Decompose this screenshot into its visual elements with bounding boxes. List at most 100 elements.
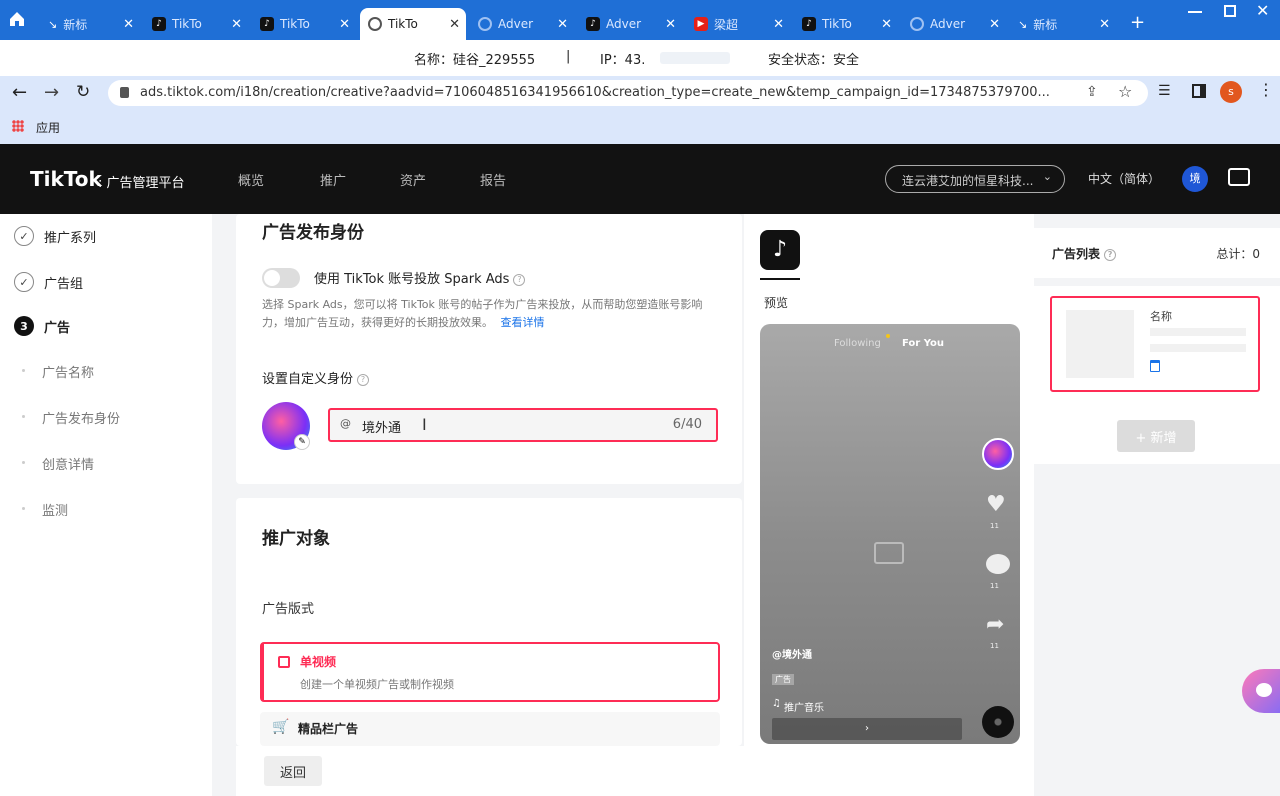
browser-tab[interactable]: ↘ 新标 ✕: [40, 8, 140, 40]
new-tab-button[interactable]: +: [1130, 12, 1145, 33]
nav-overview[interactable]: 概览: [238, 170, 264, 189]
music-note-icon: ♫: [772, 698, 781, 709]
format-single-video-title: 单视频: [300, 655, 337, 669]
preview-label: 预览: [764, 296, 789, 310]
add-ad-button[interactable]: + 新增: [1117, 420, 1195, 452]
app-header: TikTok : 广告管理平台 概览 推广 资产 报告 连云港艾加的恒星科技..…: [0, 144, 1280, 214]
help-icon[interactable]: ?: [513, 273, 526, 286]
browser-tab[interactable]: Adver ✕: [902, 8, 1006, 40]
tiktok-icon: ♪: [260, 17, 274, 31]
reload-icon[interactable]: ↻: [76, 82, 90, 102]
browser-tab[interactable]: Adver ✕: [470, 8, 574, 40]
share-arrow-icon[interactable]: ➦: [986, 612, 1004, 637]
ad-list-item[interactable]: 名称: [1050, 296, 1260, 392]
url-field[interactable]: ads.tiktok.com/i18n/creation/creative?aa…: [108, 80, 1148, 106]
share-count: 11: [990, 642, 999, 650]
url-text: ads.tiktok.com/i18n/creation/creative?aa…: [140, 85, 1050, 100]
close-tab-icon[interactable]: ✕: [1099, 17, 1110, 32]
substep-identity[interactable]: 广告发布身份: [21, 408, 120, 427]
close-tab-icon[interactable]: ✕: [881, 17, 892, 32]
ip-blur: [660, 52, 730, 64]
music-label: 推广音乐: [784, 703, 824, 714]
reading-list-icon[interactable]: ☰: [1158, 83, 1171, 99]
maximize-icon[interactable]: [1224, 5, 1236, 17]
account-select[interactable]: 连云港艾加的恒星科技... ⌄: [885, 165, 1065, 193]
format-single-video-desc: 创建一个单视频广告或制作视频: [300, 678, 454, 691]
creator-avatar[interactable]: [982, 438, 1014, 470]
step-adgroup[interactable]: ✓ 广告组: [14, 272, 83, 292]
globe-icon: [910, 17, 924, 31]
forward-arrow-icon[interactable]: →: [44, 82, 59, 103]
phone-preview: Following For You ♥ 11 11 ➦ 11 @境外通 广告 ♫…: [760, 324, 1020, 744]
close-tab-icon[interactable]: ✕: [773, 17, 784, 32]
briefcase-icon[interactable]: [1228, 168, 1250, 186]
spark-ads-description: 选择 Spark Ads，您可以将 TikTok 账号的帖子作为广告来投放，从而…: [262, 298, 703, 329]
substep-creative[interactable]: 创意详情: [21, 454, 94, 473]
close-tab-icon[interactable]: ✕: [123, 17, 134, 32]
step-number: 3: [14, 316, 34, 336]
substep-tracking[interactable]: 监测: [21, 500, 68, 519]
format-catalog-ad[interactable]: 🛒 精品栏广告: [260, 712, 720, 746]
star-icon[interactable]: ☆: [1118, 82, 1132, 101]
heart-icon[interactable]: ♥: [986, 492, 1006, 517]
minimize-icon[interactable]: [1188, 11, 1202, 13]
help-icon[interactable]: ?: [357, 373, 370, 386]
identity-name-input[interactable]: @ 境外通 I 6/40: [328, 408, 718, 442]
comment-icon[interactable]: [986, 554, 1010, 574]
text-cursor-icon: I: [422, 415, 427, 434]
browser-tab[interactable]: ♪ TikTo ✕: [144, 8, 248, 40]
share-icon[interactable]: ⇪: [1086, 84, 1098, 100]
tiktok-app-icon[interactable]: ♪: [760, 230, 800, 270]
step-campaign[interactable]: ✓ 推广系列: [14, 226, 96, 246]
back-button[interactable]: 返回: [264, 756, 322, 786]
nav-reports[interactable]: 报告: [480, 170, 506, 189]
ip-address: IP：43.: [600, 53, 646, 68]
trash-icon[interactable]: [1150, 360, 1160, 372]
nav-assets[interactable]: 资产: [400, 170, 426, 189]
substep-ad-name[interactable]: 广告名称: [21, 362, 94, 381]
browser-tab[interactable]: ▶ 梁超 ✕: [686, 8, 790, 40]
browser-tab[interactable]: ♪ Adver ✕: [578, 8, 682, 40]
nav-promote[interactable]: 推广: [320, 170, 346, 189]
chat-support-button[interactable]: [1242, 669, 1280, 713]
back-arrow-icon[interactable]: ←: [12, 82, 27, 103]
kebab-menu-icon[interactable]: ⋮: [1258, 80, 1274, 99]
profile-avatar[interactable]: s: [1220, 81, 1242, 103]
close-tab-icon[interactable]: ✕: [231, 17, 242, 32]
help-icon[interactable]: ?: [1104, 248, 1117, 261]
browser-tab-bar: ↘ 新标 ✕ ♪ TikTo ✕ ♪ TikTo ✕ TikTo ✕ Adver…: [0, 0, 1280, 40]
close-tab-icon[interactable]: ✕: [989, 17, 1000, 32]
learn-more-link[interactable]: 查看详情: [501, 316, 545, 329]
page-icon: ↘: [48, 17, 58, 31]
browser-tab-active[interactable]: TikTo ✕: [360, 8, 466, 40]
close-tab-icon[interactable]: ✕: [665, 17, 676, 32]
custom-identity-label: 设置自定义身份?: [262, 368, 370, 387]
bookmark-apps[interactable]: 应用: [36, 119, 60, 136]
browser-tab[interactable]: ↘ 新标 ✕: [1010, 8, 1116, 40]
tiktok-logo[interactable]: TikTok: [30, 167, 102, 191]
close-tab-icon[interactable]: ✕: [557, 17, 568, 32]
close-tab-icon[interactable]: ✕: [339, 17, 350, 32]
cta-bar[interactable]: ›: [772, 718, 962, 740]
edit-icon[interactable]: ✎: [294, 434, 310, 450]
apps-grid-icon[interactable]: [12, 120, 24, 132]
logo-subtitle: : 广告管理平台: [98, 176, 185, 191]
comment-count: 11: [990, 582, 999, 590]
identity-title: 广告发布身份: [262, 223, 364, 243]
music-disc-icon: [982, 706, 1014, 738]
step-ad[interactable]: 3 广告: [14, 316, 70, 336]
ad-thumbnail: [1066, 310, 1134, 378]
format-single-video[interactable]: 单视频 创建一个单视频广告或制作视频: [260, 642, 720, 702]
promotion-card: 推广对象 广告版式 单视频 创建一个单视频广告或制作视频 🛒 精品栏广告: [236, 498, 742, 746]
close-tab-icon[interactable]: ✕: [449, 17, 460, 32]
spark-ads-toggle[interactable]: [262, 268, 300, 288]
home-icon[interactable]: [8, 10, 26, 28]
like-count: 11: [990, 522, 999, 530]
side-panel-icon[interactable]: [1192, 84, 1206, 98]
browser-tab[interactable]: ♪ TikTo ✕: [794, 8, 898, 40]
at-icon: @: [340, 417, 351, 430]
user-avatar[interactable]: 境: [1182, 166, 1208, 192]
browser-tab[interactable]: ♪ TikTo ✕: [252, 8, 356, 40]
close-window-icon[interactable]: ✕: [1256, 1, 1269, 20]
language-select[interactable]: 中文（简体）: [1088, 170, 1160, 187]
